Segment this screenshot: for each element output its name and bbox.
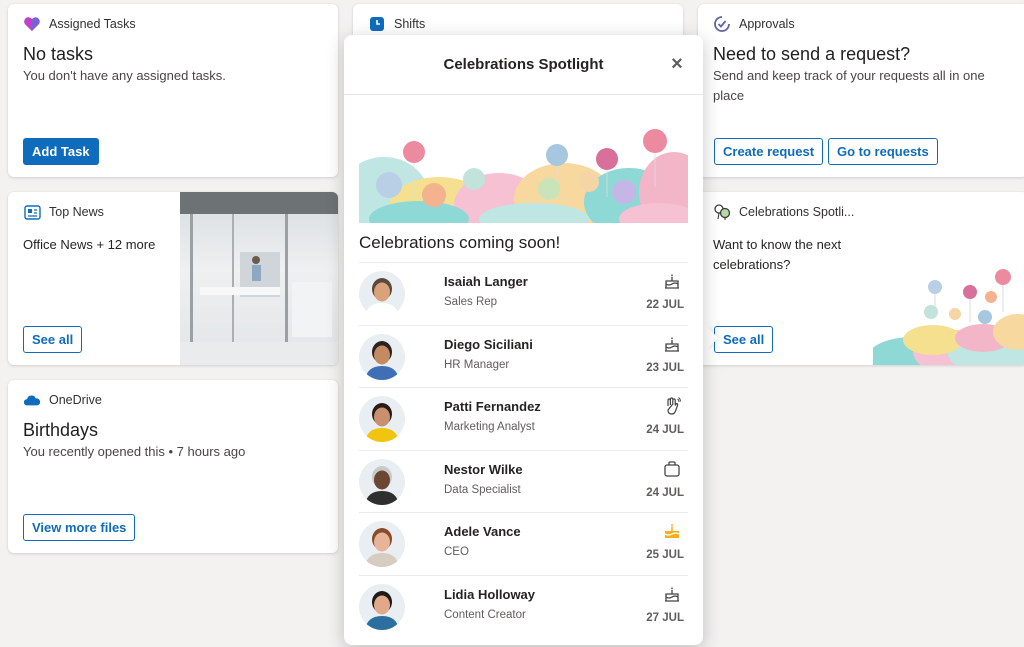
person-name: Isaiah Langer: [444, 274, 528, 289]
celebrations-card-text: Want to know the next celebrations?: [713, 237, 842, 272]
shifts-icon: [368, 15, 386, 33]
top-news-header: Top News: [23, 203, 104, 221]
view-more-files-button[interactable]: View more files: [23, 514, 136, 541]
coming-soon-heading: Celebrations coming soon!: [359, 233, 561, 252]
celebration-row[interactable]: Isaiah Langer Sales Rep 22 JUL: [359, 262, 688, 325]
popup-title: Celebrations Spotlight: [443, 56, 604, 73]
assigned-tasks-label: Assigned Tasks: [49, 17, 136, 31]
news-icon: [23, 203, 41, 221]
birthdays-subtitle: You recently opened this • 7 hours ago: [23, 444, 246, 459]
celebration-row[interactable]: Nestor Wilke Data Specialist 24 JUL: [359, 449, 688, 513]
celebrations-card-header: Celebrations Spotli...: [713, 203, 854, 221]
onedrive-card: OneDrive Birthdays You recently opened t…: [8, 380, 338, 553]
celebrations-icon: [713, 203, 731, 221]
celebration-row[interactable]: Lidia Holloway Content Creator 27 JUL: [359, 574, 688, 638]
approvals-icon: [713, 15, 731, 33]
create-request-button[interactable]: Create request: [714, 138, 824, 165]
person-name: Nestor Wilke: [444, 461, 523, 477]
avatar: [359, 396, 405, 442]
add-task-button[interactable]: Add Task: [23, 138, 99, 165]
avatar: [359, 583, 405, 630]
person-name: Adele Vance: [444, 524, 521, 539]
assigned-tasks-card: Assigned Tasks No tasks You don't have a…: [8, 4, 338, 177]
person-name: Diego Siciliani: [444, 336, 533, 352]
popup-header: Celebrations Spotlight ×: [344, 35, 703, 95]
onedrive-label: OneDrive: [49, 393, 102, 407]
no-tasks-title: No tasks: [23, 44, 94, 64]
birthdays-title: Birthdays: [23, 420, 99, 440]
celebrations-see-all-button[interactable]: See all: [714, 326, 774, 353]
celebrations-popup: Celebrations Spotlight × Celebrations co…: [344, 35, 703, 645]
celebrations-list: Isaiah Langer Sales Rep 22 JUL Diego Sicili…: [359, 262, 688, 637]
no-tasks-subtitle: You don't have any assigned tasks.: [23, 68, 226, 83]
person-role: CEO: [444, 546, 469, 558]
onedrive-header: OneDrive: [23, 391, 102, 409]
go-to-requests-button[interactable]: Go to requests: [828, 138, 938, 165]
person-name: Patti Fernandez: [444, 399, 541, 414]
approvals-header: Approvals: [713, 15, 795, 33]
assigned-tasks-header: Assigned Tasks: [23, 15, 136, 33]
approvals-subtitle: Send and keep track of your requests all…: [713, 68, 985, 103]
avatar: [359, 458, 405, 505]
briefcase-icon: [662, 459, 682, 479]
approvals-label: Approvals: [739, 17, 795, 31]
celebrations-card: Celebrations Spotli... Want to know the …: [698, 192, 1024, 365]
cake-icon: [662, 334, 682, 354]
person-role: Sales Rep: [444, 296, 498, 308]
celebration-date: 22 JUL: [646, 299, 684, 311]
top-news-text: Office News + 12 more: [23, 237, 156, 252]
avatar: [359, 521, 405, 567]
shifts-header: Shifts: [368, 15, 425, 33]
approvals-title: Need to send a request?: [713, 44, 911, 64]
celebration-banner: [359, 127, 688, 223]
onedrive-icon: [23, 391, 41, 409]
celebration-date: 27 JUL: [646, 611, 684, 624]
celebration-row[interactable]: Patti Fernandez Marketing Analyst 24 JUL: [359, 387, 688, 450]
person-role: Marketing Analyst: [444, 421, 535, 433]
celebrations-card-label: Celebrations Spotli...: [739, 205, 855, 219]
celebration-row[interactable]: Adele Vance CEO 25 JUL: [359, 512, 688, 575]
person-role: HR Manager: [444, 358, 510, 371]
wave-icon: [662, 396, 682, 416]
balloons-illustration: [873, 269, 1024, 365]
approvals-card: Approvals Need to send a request? Send a…: [698, 4, 1024, 177]
cake-filled-icon: [662, 521, 682, 541]
close-icon[interactable]: ×: [667, 54, 687, 74]
top-news-card: Top News Office News + 12 more See all: [8, 192, 338, 365]
celebration-date: 25 JUL: [646, 549, 684, 561]
avatar: [359, 271, 405, 317]
person-role: Data Specialist: [444, 483, 521, 496]
planner-icon: [23, 15, 41, 33]
person-role: Content Creator: [444, 608, 526, 621]
top-news-label: Top News: [49, 205, 104, 219]
top-news-see-all-button[interactable]: See all: [23, 326, 83, 353]
avatar: [359, 333, 405, 380]
celebration-date: 24 JUL: [646, 424, 684, 436]
celebration-date: 23 JUL: [646, 361, 684, 374]
shifts-label: Shifts: [394, 17, 426, 31]
cake-icon: [662, 584, 682, 604]
celebration-date: 24 JUL: [646, 486, 684, 499]
person-name: Lidia Holloway: [444, 586, 536, 602]
office-photo: [180, 192, 338, 365]
cake-icon: [662, 271, 682, 291]
celebration-row[interactable]: Diego Siciliani HR Manager 23 JUL: [359, 324, 688, 388]
